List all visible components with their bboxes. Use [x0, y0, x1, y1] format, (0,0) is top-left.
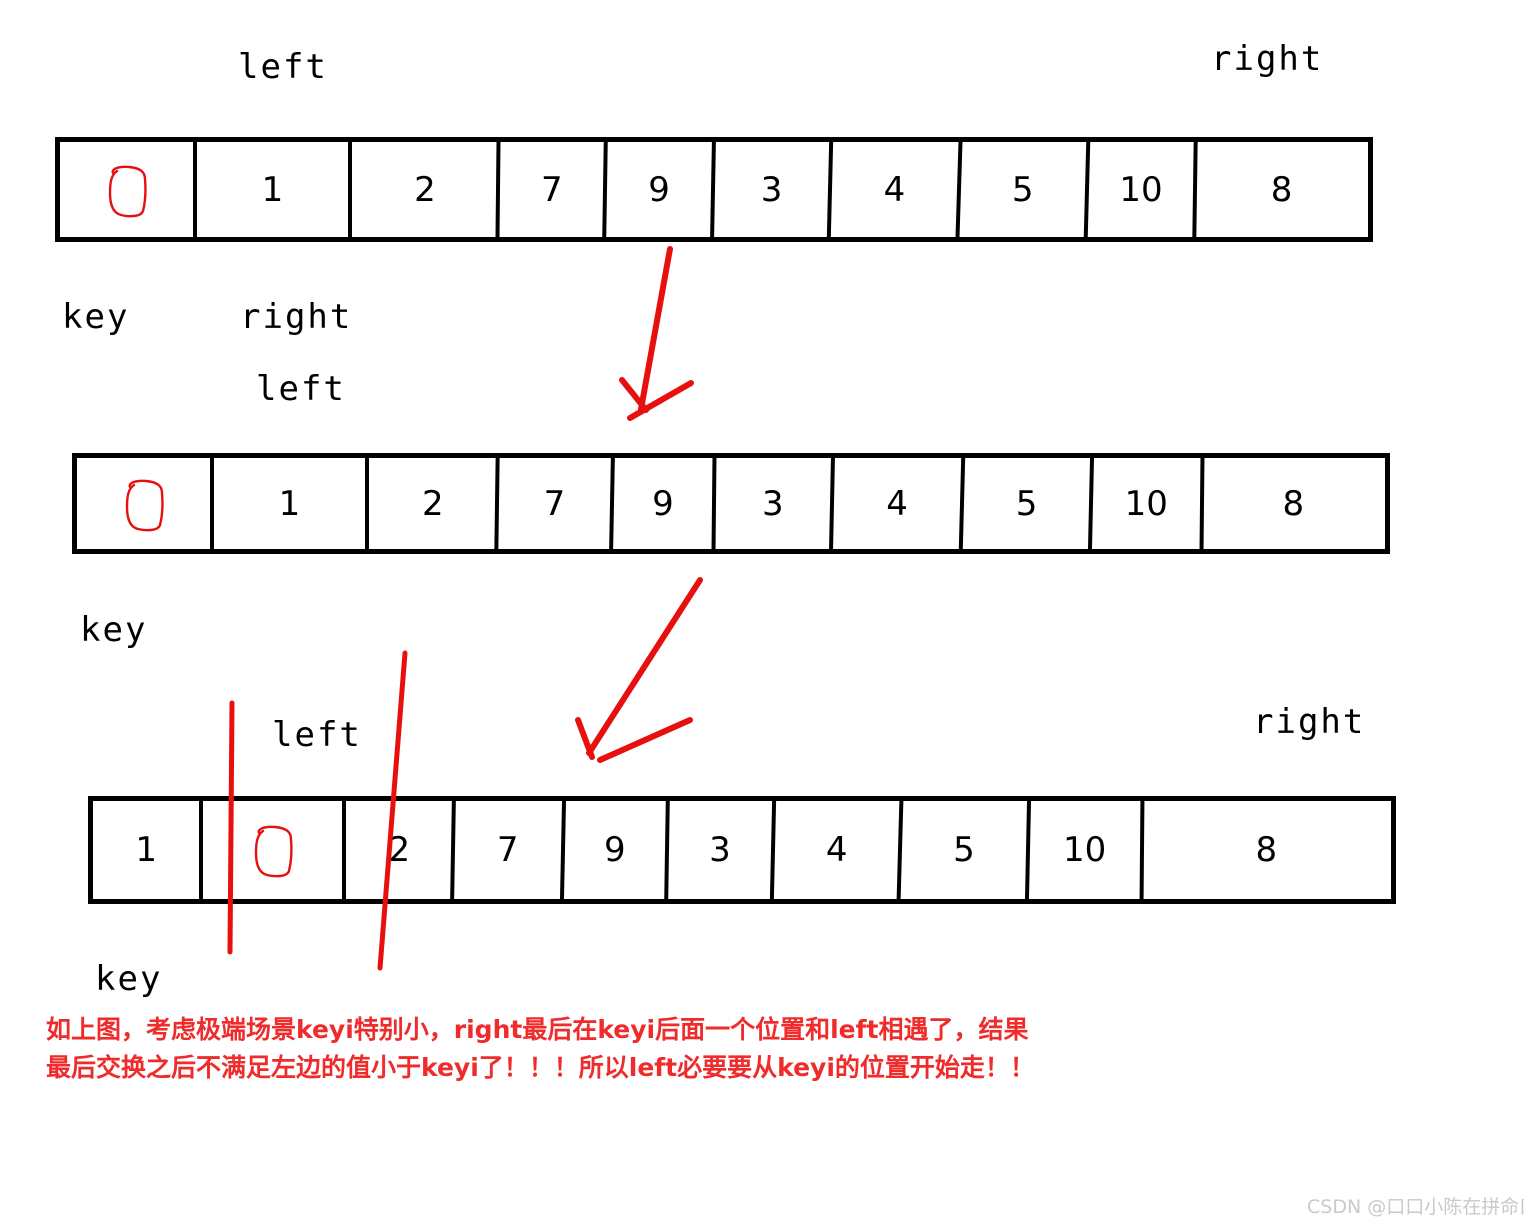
array-cell-value: 1: [261, 169, 284, 210]
annotation-line-1: 如上图，考虑极端场景keyi特别小，right最后在keyi后面一个位置和lef…: [46, 1015, 1029, 1044]
array-cell: 3: [667, 801, 777, 899]
array-cell: 10: [1087, 142, 1198, 237]
array-cell: 9: [612, 458, 717, 549]
arrow-down-2: [575, 577, 703, 763]
array-cell: 7: [497, 458, 615, 549]
key-scribble-icon: [251, 821, 295, 879]
array-cell-value: 5: [953, 830, 975, 870]
array-cell-value: 9: [652, 483, 674, 524]
array-cell: 10: [1028, 801, 1145, 899]
key-scribble-icon: [105, 161, 149, 219]
label-key-row3: key: [80, 610, 148, 650]
array-row-3: 1 2 7 9 3 4 5 10 8: [88, 796, 1396, 904]
array-cell-value: 1: [278, 483, 301, 524]
array-cell-value: 3: [760, 169, 783, 210]
array-cell: 10: [1091, 458, 1205, 549]
array-cell: 4: [773, 801, 904, 899]
array-cell: 5: [900, 801, 1031, 899]
array-cell: 5: [959, 142, 1090, 237]
array-cell-value: 9: [648, 169, 670, 210]
array-cell-value: 1: [135, 830, 157, 870]
array-cell-key: [60, 142, 198, 237]
array-cell-value: 2: [388, 830, 411, 870]
array-cell-value: 2: [421, 483, 444, 524]
label-left-row1: left: [238, 47, 328, 87]
array-cell-value: 4: [883, 169, 906, 210]
label-key-bottom: key: [95, 959, 163, 999]
array-cell: 8: [1142, 801, 1391, 899]
array-cell: 7: [498, 142, 609, 237]
array-row-2: 1 2 7 9 3 4 5 10 8: [72, 453, 1390, 554]
array-cell: 1: [214, 458, 369, 549]
array-cell-value: 3: [709, 830, 731, 870]
array-cell: 3: [714, 458, 835, 549]
annotation-line-2: 最后交换之后不满足左边的值小于keyi了！！！所以left必要要从keyi的位置…: [46, 1053, 1035, 1082]
label-key-row2: key: [62, 297, 130, 337]
array-cell: 9: [563, 801, 670, 899]
array-cell-key: [203, 801, 347, 899]
array-cell: 8: [1202, 458, 1385, 549]
array-cell: 2: [352, 142, 501, 237]
array-cell-value: 5: [1015, 483, 1038, 524]
array-cell: 7: [453, 801, 566, 899]
array-cell-value: 7: [540, 169, 563, 210]
key-scribble-icon: [122, 475, 166, 533]
array-cell-value: 4: [886, 483, 908, 524]
array-cell-value: 10: [1119, 169, 1163, 210]
array-cell: 2: [346, 801, 456, 899]
array-cell: 2: [369, 458, 500, 549]
array-cell-value: 10: [1062, 830, 1107, 870]
array-cell-value: 9: [603, 830, 626, 870]
array-cell: 8: [1195, 142, 1368, 237]
label-right-row2: right: [240, 297, 353, 337]
array-cell-value: 7: [543, 483, 566, 524]
array-cell-value: 2: [414, 169, 436, 210]
label-right-row3: right: [1253, 702, 1366, 742]
array-cell-key: [77, 458, 215, 549]
label-left-row3: left: [272, 715, 362, 755]
array-row-1: 1 2 7 9 3 4 5 10 8: [55, 137, 1373, 242]
array-cell: 9: [605, 142, 716, 237]
array-cell-value: 8: [1270, 169, 1293, 210]
array-cell: 1: [93, 801, 204, 899]
array-cell-value: 8: [1282, 483, 1305, 524]
diagram-canvas: left right 1 2 7 9 3 4 5 10 8 key right left 1 2 7…: [0, 0, 1524, 1230]
arrow-down-1: [619, 246, 694, 421]
array-cell: 5: [962, 458, 1094, 549]
label-right-row1: right: [1211, 39, 1324, 79]
array-cell-value: 7: [496, 830, 519, 870]
array-cell-value: 5: [1011, 169, 1034, 210]
array-cell-value: 8: [1255, 830, 1278, 870]
array-cell: 3: [713, 142, 834, 237]
array-cell: 1: [197, 142, 352, 237]
array-cell: 4: [832, 458, 966, 549]
array-cell-value: 3: [761, 483, 784, 524]
csdn-watermark: CSDN @⼝⼝小陈在拼命⼝⼝: [1307, 1196, 1524, 1218]
array-cell-value: 4: [825, 830, 848, 870]
array-cell-value: 10: [1124, 483, 1168, 524]
label-left-row2: left: [256, 369, 346, 409]
array-cell: 4: [830, 142, 963, 237]
